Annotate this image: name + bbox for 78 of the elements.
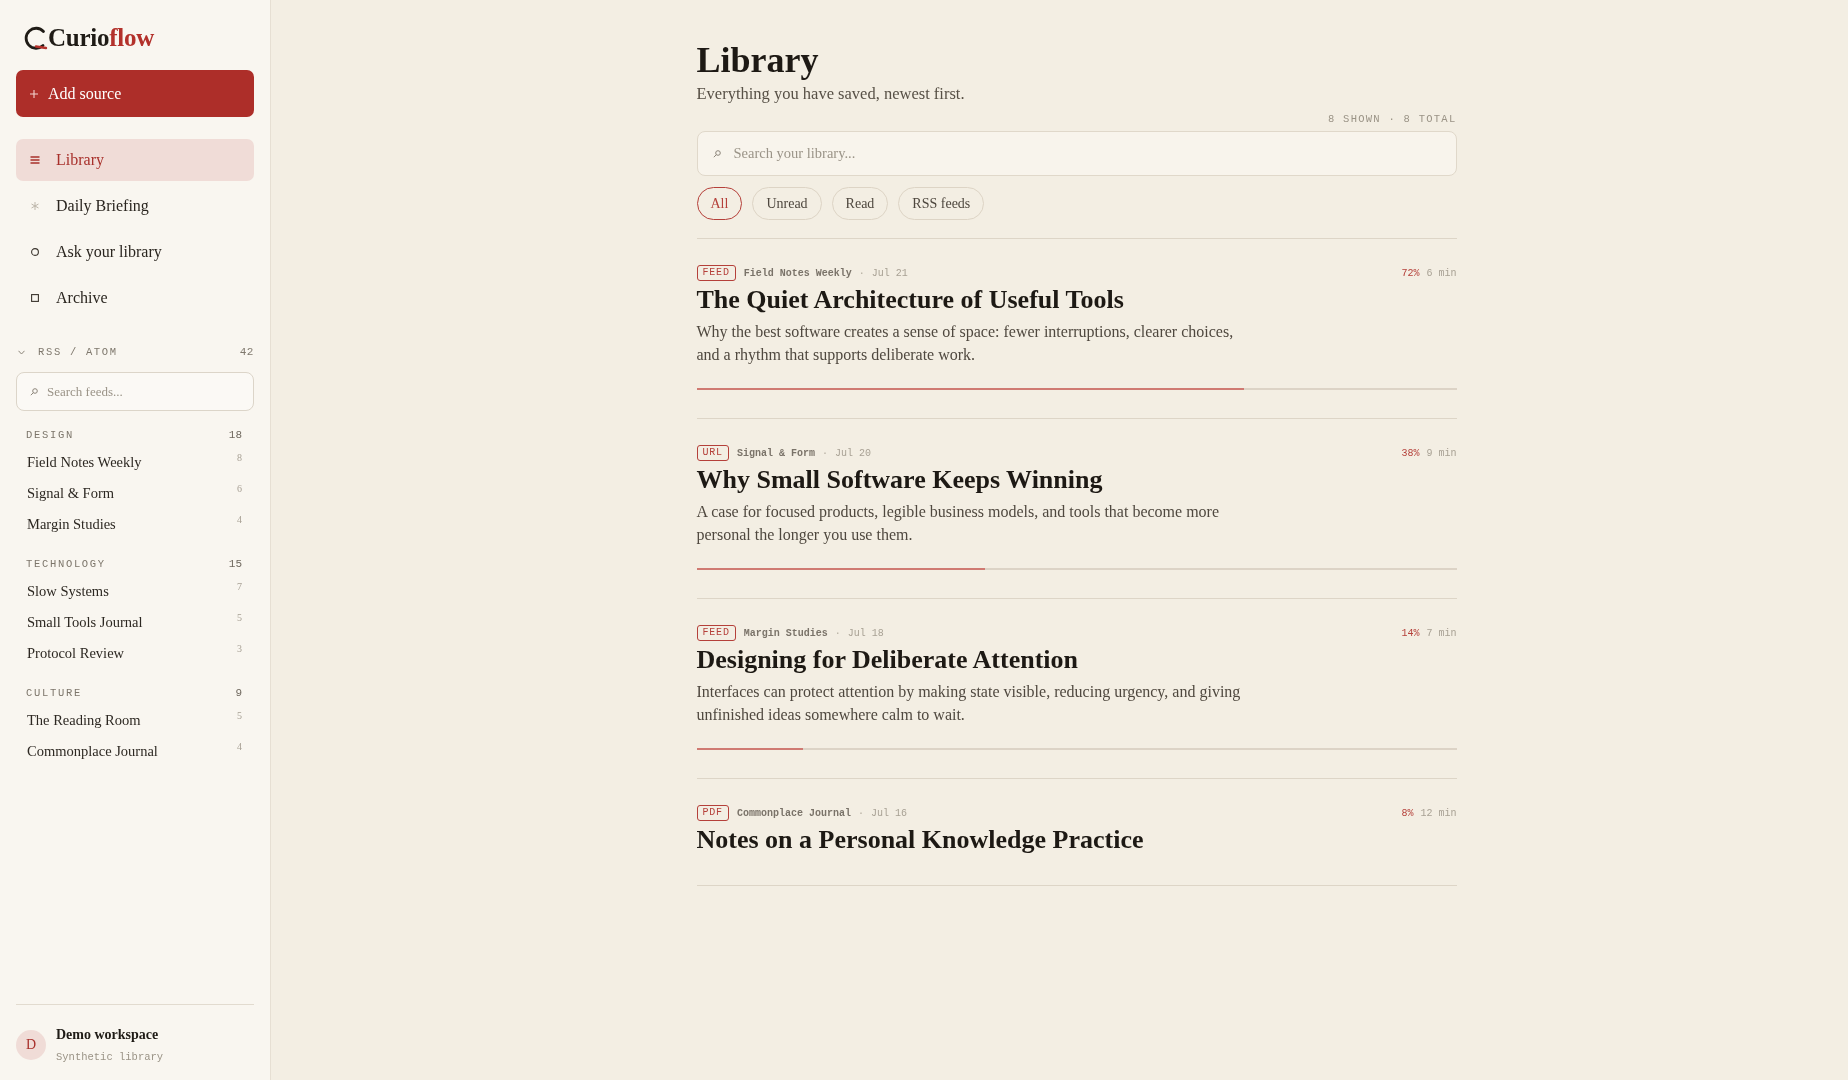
article-title[interactable]: Why Small Software Keeps Winning — [696, 463, 1457, 497]
section-count: 42 — [239, 346, 254, 358]
article-title[interactable]: Designing for Deliberate Attention — [696, 643, 1457, 677]
read-time: 6 min — [1426, 267, 1457, 279]
add-source-button[interactable]: Add source — [16, 70, 254, 117]
article-date: Jul 16 — [870, 807, 907, 819]
feed-search-field[interactable]: Search feeds... — [16, 372, 254, 411]
group-label: DESIGN — [26, 429, 74, 441]
source-name: Signal & Form — [736, 447, 815, 459]
article-date: Jul 18 — [847, 627, 884, 639]
nav-item[interactable]: Archive — [16, 277, 254, 319]
separator-dot: · — [821, 447, 828, 459]
library-search-field[interactable]: Search your library... — [696, 131, 1457, 176]
section-label: RSS / ATOM — [38, 346, 119, 358]
article-title[interactable]: Notes on a Personal Knowledge Practice — [696, 823, 1457, 857]
circle-icon — [30, 248, 40, 256]
workspace-subtitle: Synthetic library — [56, 1050, 164, 1064]
group-count: 15 — [228, 558, 242, 570]
page-subtitle: Everything you have saved, newest first. — [696, 83, 966, 105]
feed-item[interactable]: Field Notes Weekly 8 — [16, 447, 254, 478]
logo-wordmark: Curioflow — [48, 24, 155, 52]
separator-dot: · — [858, 267, 865, 279]
progress-percent: 38% — [1401, 447, 1420, 459]
group-label: TECHNOLOGY — [26, 558, 106, 570]
item-count: 4 — [237, 514, 242, 525]
nav-item[interactable]: Library — [16, 139, 254, 181]
feed-item[interactable]: The Reading Room 5 — [16, 705, 254, 736]
source-name: Margin Studies — [743, 627, 828, 639]
list-icon — [30, 156, 40, 164]
logo-icon — [24, 26, 48, 50]
feed-item[interactable]: Commonplace Journal 4 — [16, 736, 254, 767]
result-count: 8 SHOWN · 8 TOTAL — [1326, 112, 1457, 126]
search-icon — [30, 387, 38, 396]
item-count: 7 — [237, 581, 242, 592]
feed-item[interactable]: Small Tools Journal 5 — [16, 607, 254, 638]
progress-percent: 8% — [1401, 807, 1414, 819]
progress-percent: 72% — [1401, 267, 1420, 279]
read-time: 12 min — [1420, 807, 1457, 819]
article-date: Jul 21 — [871, 267, 908, 279]
avatar: D — [16, 1030, 46, 1060]
type-tag: URL — [696, 445, 729, 461]
separator-dot: · — [834, 627, 841, 639]
group-count: 18 — [228, 429, 242, 441]
source-name: Commonplace Journal — [736, 807, 851, 819]
article-summary: A case for focused products, legible business models, and tools that become more personal the longer you use them. — [696, 502, 1221, 546]
feed-item[interactable]: Margin Studies 4 — [16, 509, 254, 540]
read-time: 7 min — [1426, 627, 1457, 639]
separator-dot: · — [857, 807, 864, 819]
nav-item[interactable]: Daily Briefing — [16, 185, 254, 227]
feed-item[interactable]: Protocol Review 3 — [16, 638, 254, 669]
item-count: 8 — [237, 452, 242, 463]
search-icon — [712, 149, 721, 158]
item-count: 6 — [237, 483, 242, 494]
page-title: Library — [696, 39, 820, 82]
type-tag: FEED — [696, 625, 736, 641]
type-tag: PDF — [696, 805, 729, 821]
group-label: CULTURE — [26, 687, 82, 699]
workspace-name: Demo workspace — [56, 1026, 160, 1044]
feed-item[interactable]: Signal & Form 6 — [16, 478, 254, 509]
source-name: Field Notes Weekly — [743, 267, 852, 279]
group-count: 9 — [235, 687, 242, 699]
item-count: 5 — [237, 612, 242, 623]
article-title[interactable]: The Quiet Architecture of Useful Tools — [696, 283, 1457, 317]
article-summary: Interfaces can protect attention by making state visible, reducing urgency, and giving unfinished ideas somewhere calm to wait. — [696, 682, 1242, 725]
feed-item[interactable]: Slow Systems 7 — [16, 576, 254, 607]
item-count: 4 — [237, 741, 242, 752]
type-tag: FEED — [696, 265, 736, 281]
chevron-icon[interactable] — [18, 349, 25, 355]
asterisk-icon — [30, 202, 40, 210]
nav-item[interactable]: Ask your library — [16, 231, 254, 273]
item-count: 5 — [237, 710, 242, 721]
plus-icon — [30, 89, 38, 98]
article-summary: Why the best software creates a sense of space: fewer interruptions, clearer choices, and a rhythm that supports deliberate work. — [696, 322, 1235, 366]
read-time: 9 min — [1426, 447, 1457, 459]
progress-percent: 14% — [1401, 627, 1420, 639]
item-count: 3 — [237, 643, 242, 654]
article-date: Jul 20 — [834, 447, 871, 459]
square-icon — [30, 294, 40, 302]
